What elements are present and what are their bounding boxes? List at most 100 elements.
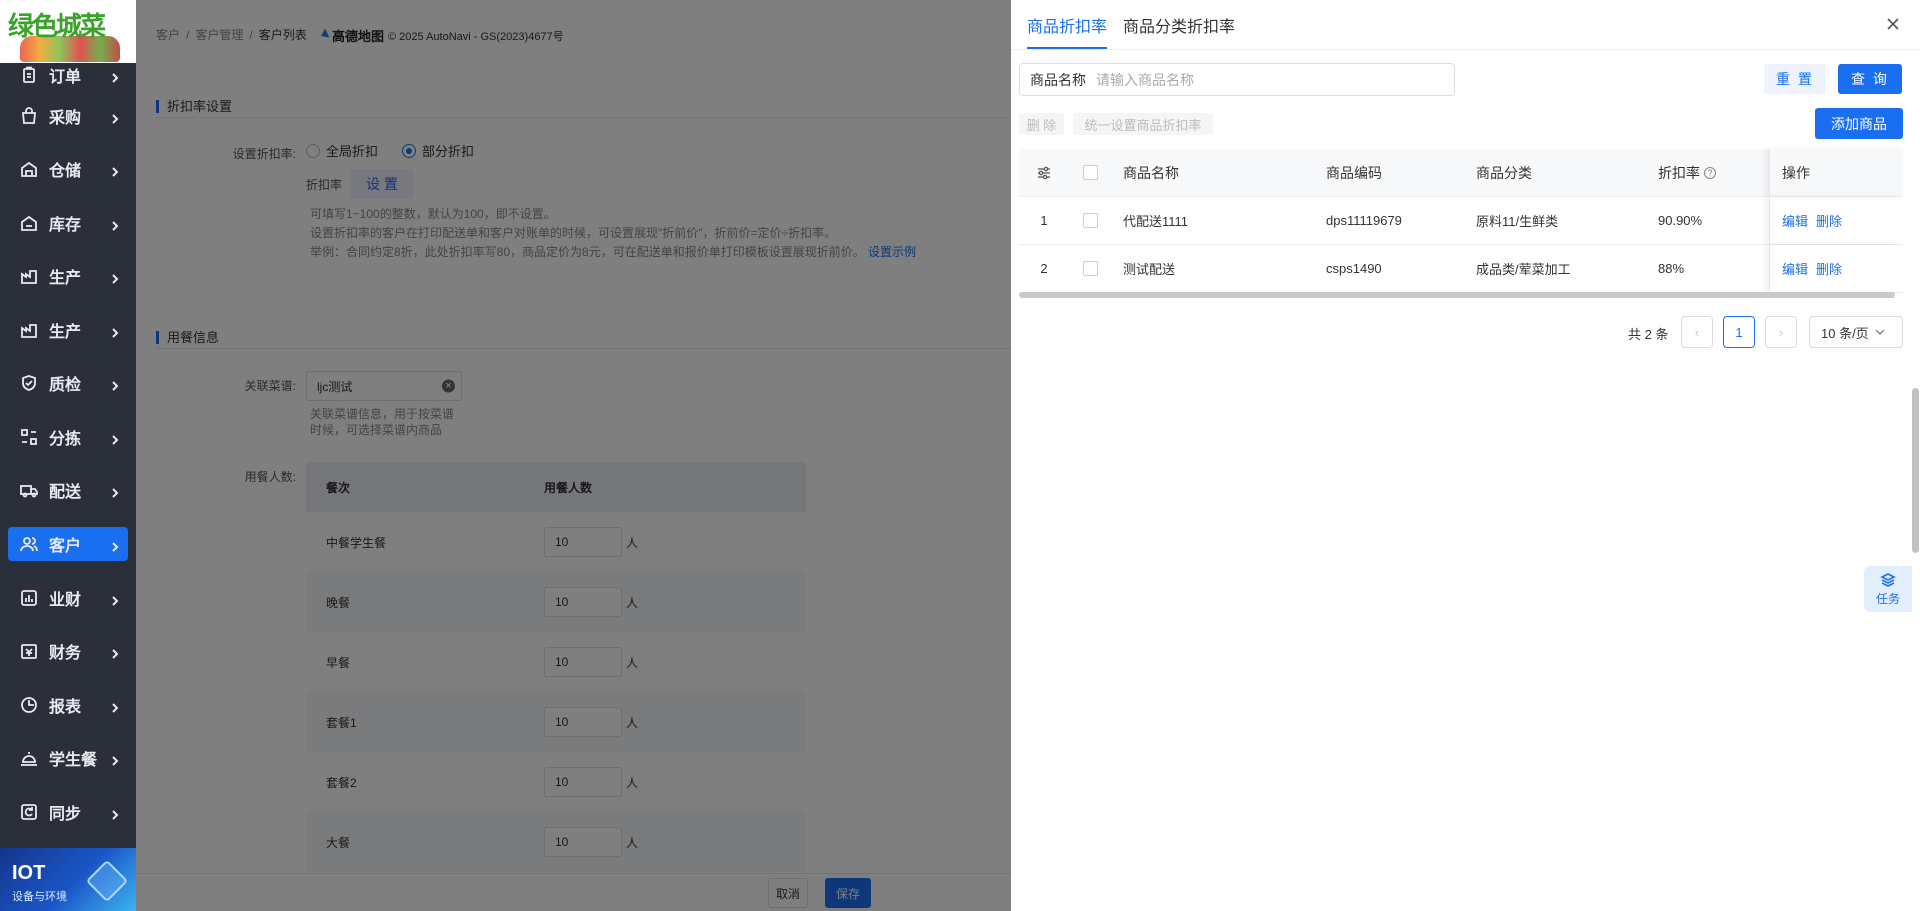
close-icon[interactable] xyxy=(1886,17,1900,31)
sidebar-item-11[interactable]: 财务 xyxy=(0,625,136,679)
radio-partial-discount[interactable]: 部分折扣 xyxy=(402,141,474,160)
page-number[interactable]: 1 xyxy=(1723,316,1755,348)
edit-link[interactable]: 编辑 xyxy=(1782,211,1808,230)
inventory-icon xyxy=(20,214,38,232)
column-header: 折扣率? xyxy=(1641,163,1769,183)
truck-icon xyxy=(20,481,38,499)
meal-table: 餐次 用餐人数 中餐学生餐 10 人晚餐 10 人早餐 10 人套餐1 10 人套餐2 10 人大餐 1… xyxy=(306,462,806,872)
sidebar-item-label: 生产 xyxy=(49,270,82,288)
breadcrumb-item[interactable]: 客户 xyxy=(156,26,180,43)
tab-product-discount[interactable]: 商品折扣率 xyxy=(1027,0,1108,50)
sidebar-item-label: 业财 xyxy=(49,591,82,609)
sidebar-nav: 订单 采购 仓储 库存 生产 生产 质检 分拣 配送 客户 业财 财务 报表 学生餐 同步 xyxy=(0,63,136,839)
row-checkbox[interactable] xyxy=(1082,213,1098,228)
unit-label: 人 xyxy=(626,655,639,670)
meal-name: 中餐学生餐 xyxy=(326,535,387,550)
search-label: 商品名称 xyxy=(1030,71,1086,88)
add-product-button[interactable]: 添加商品 xyxy=(1815,108,1903,139)
meal-name: 早餐 xyxy=(326,655,351,670)
unit-label: 人 xyxy=(626,835,639,850)
select-all-checkbox[interactable] xyxy=(1082,165,1098,180)
next-page-button[interactable]: › xyxy=(1765,316,1797,348)
discount-rate-label: 折扣率 xyxy=(306,178,343,192)
sidebar-item-label: 财务 xyxy=(49,645,82,663)
chevron-right-icon xyxy=(110,271,120,284)
settings-example-link[interactable]: 设置示例 xyxy=(868,245,916,259)
iot-banner[interactable]: IOT 设备与环境 xyxy=(0,848,136,911)
sidebar-item-0[interactable]: 订单 xyxy=(0,61,136,89)
row-checkbox[interactable] xyxy=(1082,261,1098,276)
chevron-right-icon xyxy=(110,593,120,606)
sidebar: 绿色城菜 订单 采购 仓储 库存 生产 生产 质检 分拣 配送 客户 业财 财务 报表 学生餐 同步 IOT… xyxy=(0,0,136,911)
horizontal-scrollbar[interactable] xyxy=(1019,292,1895,298)
reset-button[interactable]: 重 置 xyxy=(1764,64,1826,94)
prev-page-button[interactable]: ‹ xyxy=(1681,316,1713,348)
sidebar-item-4[interactable]: 生产 xyxy=(0,250,136,304)
diners-count-input[interactable]: 10 xyxy=(544,527,622,557)
sidebar-item-label: 报表 xyxy=(49,698,82,716)
sidebar-item-14[interactable]: 同步 xyxy=(0,785,136,839)
unit-label: 人 xyxy=(626,595,639,610)
meal-table-header: 餐次 用餐人数 xyxy=(306,462,806,512)
column-header: 商品分类 xyxy=(1476,164,1532,181)
sidebar-item-8[interactable]: 配送 xyxy=(0,464,136,518)
factory-icon xyxy=(20,321,38,339)
page-size-select[interactable]: 10 条/页 xyxy=(1809,316,1903,348)
product-name: 测试配送 xyxy=(1123,262,1176,277)
set-discount-button[interactable]: 设 置 xyxy=(351,169,413,199)
chevron-right-icon xyxy=(110,432,120,445)
breadcrumb-item[interactable]: 客户管理 xyxy=(195,26,243,43)
brand-logo: 绿色城菜 xyxy=(0,0,136,63)
sidebar-item-7[interactable]: 分拣 xyxy=(0,410,136,464)
cancel-button[interactable]: 取消 xyxy=(768,878,808,908)
help-icon[interactable]: ? xyxy=(1704,166,1716,179)
meal-name: 大餐 xyxy=(326,835,351,850)
sidebar-item-9[interactable]: 客户 xyxy=(8,527,128,561)
divider xyxy=(156,117,1011,118)
footer-bar xyxy=(136,873,1011,911)
delete-link[interactable]: 删除 xyxy=(1816,259,1842,278)
batch-set-discount-button[interactable]: 统一设置商品折扣率 xyxy=(1073,113,1213,135)
edit-link[interactable]: 编辑 xyxy=(1782,259,1808,278)
save-button[interactable]: 保存 xyxy=(825,878,871,908)
table-header: 商品名称 商品编码 商品分类 折扣率? 操作 xyxy=(1019,149,1903,197)
finance-icon xyxy=(20,642,38,660)
unit-label: 人 xyxy=(626,535,639,550)
clear-icon[interactable]: ✕ xyxy=(442,379,455,393)
chevron-right-icon xyxy=(110,646,120,659)
sidebar-item-12[interactable]: 报表 xyxy=(0,678,136,732)
main-content: 客户 / 客户管理 / 客户列表 高德地图 © 2025 AutoNavi - GS… xyxy=(136,0,1011,911)
diners-count-input[interactable]: 10 xyxy=(544,647,622,677)
sidebar-item-6[interactable]: 质检 xyxy=(0,357,136,411)
query-button[interactable]: 查 询 xyxy=(1838,64,1902,94)
sidebar-item-3[interactable]: 库存 xyxy=(0,196,136,250)
chevron-right-icon xyxy=(110,218,120,231)
delete-button[interactable]: 删 除 xyxy=(1019,113,1064,135)
task-button[interactable]: 任务 xyxy=(1864,566,1912,612)
sidebar-item-13[interactable]: 学生餐 xyxy=(0,732,136,786)
vertical-scrollbar[interactable] xyxy=(1912,388,1919,553)
iot-title: IOT xyxy=(12,862,46,884)
recipe-select[interactable]: ljc测试 ✕ xyxy=(306,371,462,401)
divider xyxy=(156,348,1011,349)
sidebar-item-label: 生产 xyxy=(49,323,82,341)
sidebar-item-5[interactable]: 生产 xyxy=(0,303,136,357)
product-name-input[interactable] xyxy=(1096,71,1454,88)
sidebar-item-1[interactable]: 采购 xyxy=(0,89,136,143)
radio-global-discount[interactable]: 全局折扣 xyxy=(306,141,378,160)
chevron-down-icon xyxy=(1875,329,1885,336)
diners-count-input[interactable]: 10 xyxy=(544,707,622,737)
tab-category-discount[interactable]: 商品分类折扣率 xyxy=(1123,0,1235,50)
chevron-right-icon xyxy=(110,325,120,338)
chevron-right-icon xyxy=(110,378,120,391)
diners-count-input[interactable]: 10 xyxy=(544,827,622,857)
column-settings-icon[interactable] xyxy=(1019,165,1069,181)
product-name-search: 商品名称 xyxy=(1019,63,1455,96)
sidebar-item-10[interactable]: 业财 xyxy=(0,571,136,625)
delete-link[interactable]: 删除 xyxy=(1816,211,1842,230)
diners-count-input[interactable]: 10 xyxy=(544,767,622,797)
diners-count-input[interactable]: 10 xyxy=(544,587,622,617)
sidebar-item-2[interactable]: 仓储 xyxy=(0,143,136,197)
column-header: 商品编码 xyxy=(1326,164,1382,181)
meal-row: 晚餐 10 人 xyxy=(306,572,806,632)
